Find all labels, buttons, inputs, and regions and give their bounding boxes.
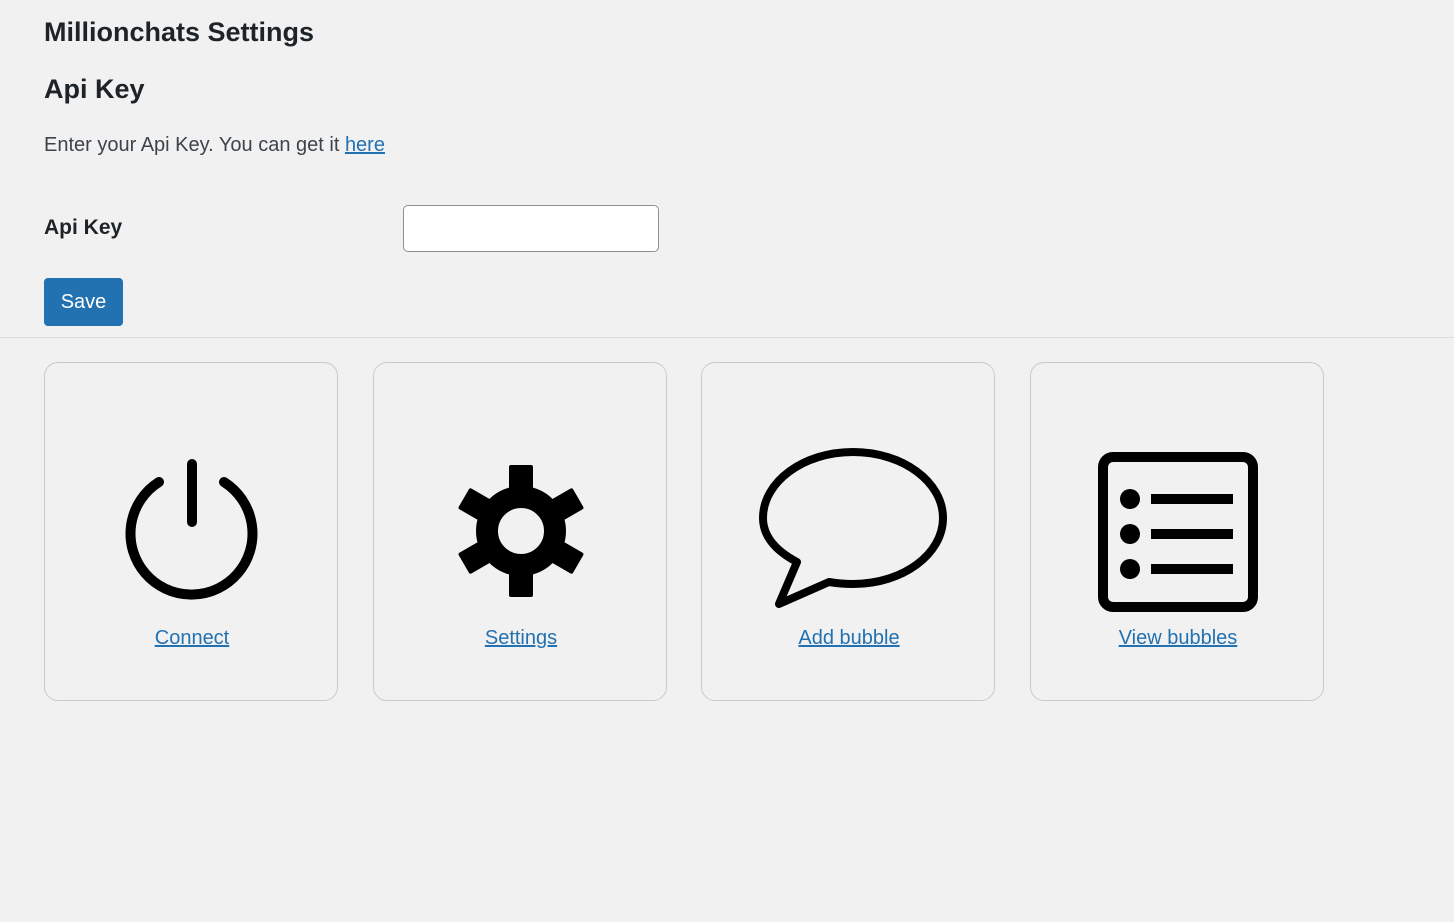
settings-page: Millionchats Settings Api Key Enter your… (0, 0, 1454, 922)
speech-bubble-icon (702, 448, 996, 613)
view-bubbles-link[interactable]: View bubbles (1031, 625, 1325, 651)
divider (0, 337, 1454, 338)
view-bubbles-card[interactable]: View bubbles (1030, 362, 1324, 701)
add-bubble-card[interactable]: Add bubble (701, 362, 995, 701)
settings-card[interactable]: Settings (373, 362, 667, 701)
api-key-label: Api Key (44, 216, 123, 239)
save-button[interactable]: Save (44, 278, 123, 326)
get-api-key-link[interactable]: here (345, 134, 385, 156)
connect-link[interactable]: Connect (45, 625, 339, 651)
description-text: Enter your Api Key. You can get it (44, 134, 345, 156)
api-key-input[interactable] (403, 205, 659, 252)
settings-link[interactable]: Settings (374, 625, 668, 651)
section-title: Api Key (44, 74, 145, 104)
gear-icon (374, 449, 668, 613)
page-title: Millionchats Settings (44, 17, 315, 47)
connect-card[interactable]: Connect (44, 362, 338, 701)
power-icon (45, 449, 339, 613)
add-bubble-link[interactable]: Add bubble (702, 625, 996, 651)
list-icon (1031, 449, 1325, 613)
api-key-description: Enter your Api Key. You can get it here (44, 131, 385, 159)
